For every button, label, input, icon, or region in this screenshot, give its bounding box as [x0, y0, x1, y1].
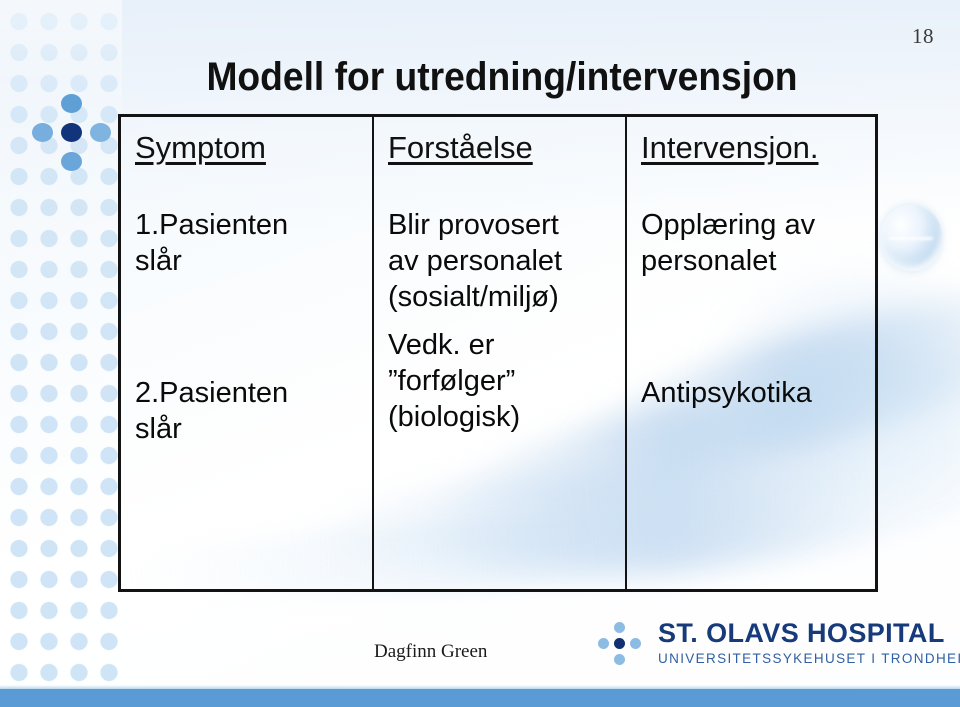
logo-dot-left [598, 638, 609, 649]
column-header-symptom: Symptom [135, 130, 266, 165]
dot-accent-right [90, 123, 111, 142]
hospital-logo: ST. OLAVS HOSPITAL UNIVERSITETSSYKEHUSET… [592, 618, 960, 668]
slide-canvas: 18 Modell for utredning/intervensjon Sym… [0, 0, 960, 707]
logo-subtitle: UNIVERSITETSSYKEHUSET I TRONDHEIM [658, 651, 960, 667]
table-column-symptom: Symptom 1.Pasienten slår 2.Pasienten slå… [121, 117, 374, 589]
slide-number: 18 [912, 24, 934, 48]
column-header-intervensjon: Intervensjon. [641, 130, 819, 165]
logo-text-block: ST. OLAVS HOSPITAL UNIVERSITETSSYKEHUSET… [658, 620, 960, 666]
cell-line: Blir provosert [388, 209, 559, 241]
table-cell-intervensjon-row2: Antipsykotika [641, 375, 865, 411]
model-table: Symptom 1.Pasienten slår 2.Pasienten slå… [118, 114, 878, 592]
logo-dot-right [630, 638, 641, 649]
table-column-intervensjon: Intervensjon. Opplæring av personalet An… [627, 117, 875, 589]
cell-line: 1.Pasienten [135, 209, 289, 241]
column-spacer [135, 181, 362, 207]
cell-line: Antipsykotika [641, 377, 812, 409]
cell-line: Opplæring av [641, 209, 816, 241]
dot-accent-left [32, 123, 53, 142]
cell-line: slår [135, 413, 182, 445]
cell-line: Vedk. er [388, 329, 495, 361]
cell-line: (sosialt/miljø) [388, 281, 559, 313]
cell-line: personalet [641, 245, 777, 277]
logo-dot-top [614, 622, 625, 633]
cell-line: av personalet [388, 245, 563, 277]
bottom-accent-bar [0, 689, 960, 707]
column-spacer [641, 181, 865, 207]
dot-accent-top [61, 94, 82, 113]
cell-line: slår [135, 245, 182, 277]
row-spacer [135, 279, 362, 375]
cell-line: (biologisk) [388, 401, 521, 433]
row-spacer [388, 315, 615, 327]
table-cell-symptom-row1: 1.Pasienten slår [135, 207, 362, 279]
table-cell-symptom-row2: 2.Pasienten slår [135, 375, 362, 447]
dot-accent-bottom [61, 152, 82, 171]
column-spacer [388, 181, 615, 207]
cell-line: ”forfølger” [388, 365, 516, 397]
table-column-forstaelse: Forståelse Blir provosert av personalet … [374, 117, 627, 589]
table-cell-forstaelse-row1: Blir provosert av personalet (sosialt/mi… [388, 207, 615, 315]
author-name: Dagfinn Green [374, 641, 488, 662]
column-header-forstaelse: Forståelse [388, 130, 533, 165]
dot-cluster-accent-icon [28, 88, 118, 178]
logo-dot-cluster-icon [592, 618, 648, 668]
water-droplet-watermark [880, 205, 942, 271]
logo-name: ST. OLAVS HOSPITAL [658, 618, 945, 649]
table-cell-intervensjon-row1: Opplæring av personalet [641, 207, 865, 279]
logo-dot-center [614, 638, 625, 649]
dot-accent-center [61, 123, 82, 142]
page-title: Modell for utredning/intervensjon [206, 55, 798, 99]
row-spacer [641, 279, 865, 375]
logo-dot-bottom [614, 654, 625, 665]
cell-line: 2.Pasienten [135, 377, 289, 409]
table-cell-forstaelse-row2: Vedk. er ”forfølger” (biologisk) [388, 327, 615, 435]
